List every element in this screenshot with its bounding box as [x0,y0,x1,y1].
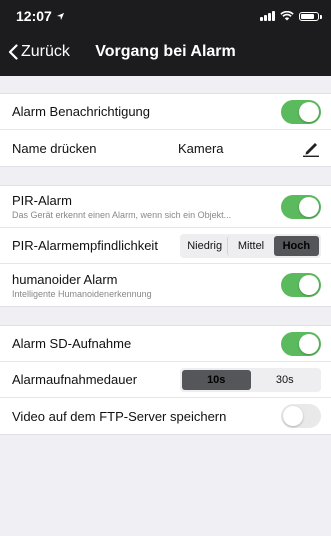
chevron-left-icon [8,44,18,60]
section-gap [0,167,331,185]
record-duration-label: Alarmaufnahmedauer [12,372,138,387]
alarm-notification-label: Alarm Benachrichtigung [12,104,151,119]
status-time-group: 12:07 [16,8,65,24]
record-duration-row: Alarmaufnahmedauer 10s 30s [0,362,331,398]
pir-group: PIR-Alarm Das Gerät erkennt einen Alarm,… [0,185,331,307]
pir-alarm-row: PIR-Alarm Das Gerät erkennt einen Alarm,… [0,186,331,228]
section-gap [0,76,331,93]
recording-group: Alarm SD-Aufnahme Alarmaufnahmedauer 10s… [0,325,331,435]
sd-recording-row: Alarm SD-Aufnahme [0,326,331,362]
humanoid-alarm-text: humanoider Alarm Intelligente Humanoiden… [12,272,152,299]
wifi-icon [280,11,294,21]
back-label: Zurück [21,43,70,60]
duration-30s-option[interactable]: 30s [251,370,320,390]
top-bar: 12:07 Zurück Vorgang bei Alarm [0,0,331,76]
settings-content: Alarm Benachrichtigung Name drücken Kame… [0,76,331,435]
pir-sensitivity-row: PIR-Alarmempfindlichkeit Niedrig Mittel … [0,228,331,264]
humanoid-alarm-label: humanoider Alarm [12,271,118,287]
alarm-notification-toggle[interactable] [281,99,321,124]
notification-group: Alarm Benachrichtigung Name drücken Kame… [0,93,331,167]
sd-recording-toggle[interactable] [281,331,321,356]
name-press-label: Name drücken [12,140,97,156]
battery-icon [299,11,322,21]
back-button[interactable]: Zurück [0,43,70,61]
record-duration-segmented: 10s 30s [180,367,321,392]
signal-icon [260,11,275,21]
status-time: 12:07 [16,8,52,24]
humanoid-alarm-row: humanoider Alarm Intelligente Humanoiden… [0,264,331,306]
pir-alarm-toggle[interactable] [281,194,321,219]
name-row: Name drücken Kamera [0,130,331,166]
nav-bar: Zurück Vorgang bei Alarm [0,32,331,72]
sd-recording-label: Alarm SD-Aufnahme [12,336,132,351]
humanoid-alarm-toggle[interactable] [281,273,321,297]
ftp-video-row: Video auf dem FTP-Server speichern [0,398,331,434]
location-arrow-icon [56,12,64,20]
sensitivity-low-option[interactable]: Niedrig [182,236,227,256]
pir-sensitivity-segmented: Niedrig Mittel Hoch [180,233,321,258]
section-gap [0,307,331,325]
duration-10s-option[interactable]: 10s [182,369,251,390]
camera-name-value: Kamera [178,140,224,156]
status-bar: 12:07 [0,0,331,32]
ftp-video-toggle[interactable] [281,404,321,428]
pir-alarm-label: PIR-Alarm [12,193,72,208]
humanoid-alarm-subtitle: Intelligente Humanoidenerkennung [12,288,152,299]
pir-alarm-subtitle: Das Gerät erkennt einen Alarm, wenn sich… [12,210,232,220]
sensitivity-high-option[interactable]: Hoch [273,235,319,256]
pencil-icon[interactable] [301,138,321,158]
pir-alarm-text: PIR-Alarm Das Gerät erkennt einen Alarm,… [12,193,231,220]
status-icons [260,11,322,21]
ftp-video-label: Video auf dem FTP-Server speichern [12,408,227,424]
alarm-notification-row: Alarm Benachrichtigung [0,94,331,130]
pir-sensitivity-label: PIR-Alarmempfindlichkeit [12,238,158,253]
sensitivity-medium-option[interactable]: Mittel [227,235,273,256]
